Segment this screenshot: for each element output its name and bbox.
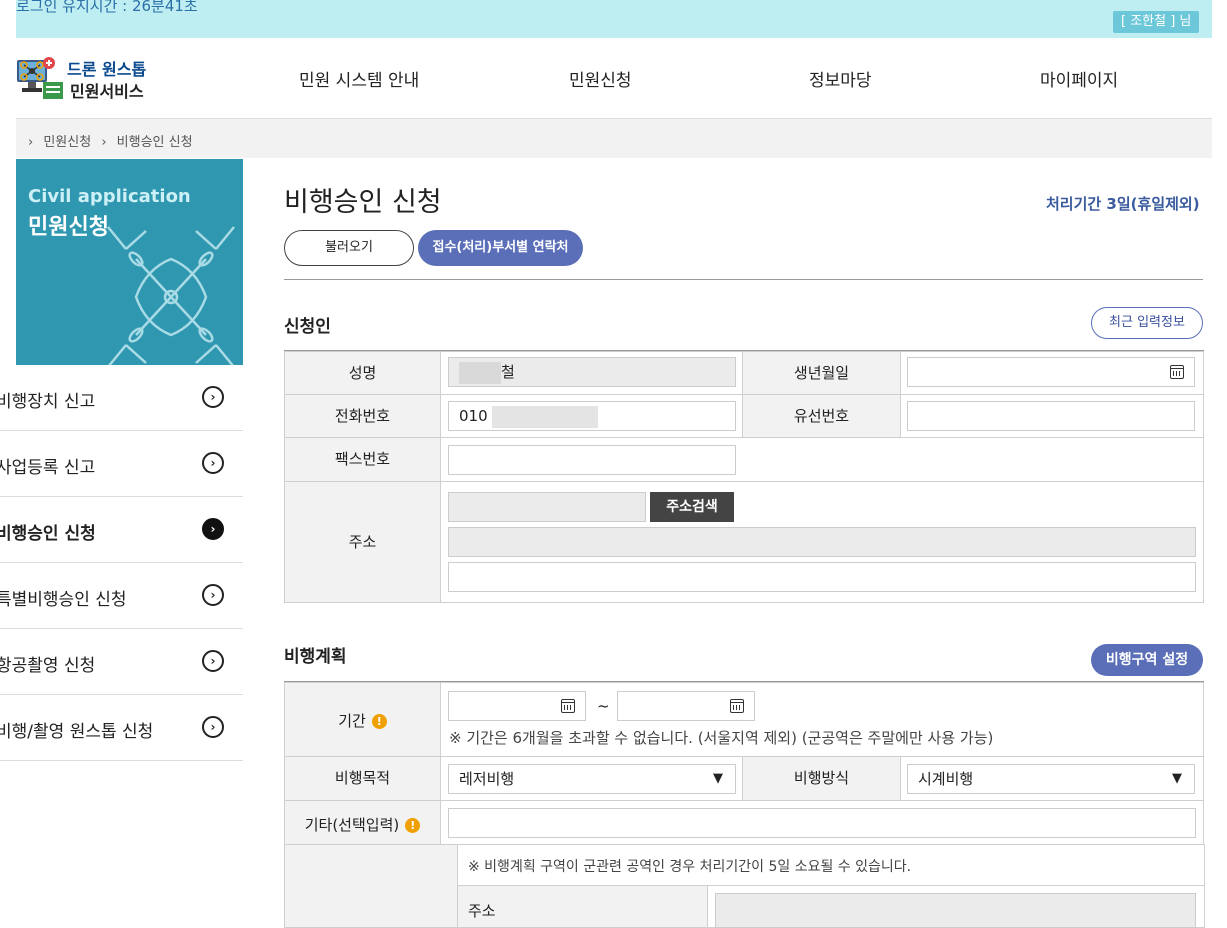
purpose-label: 비행목적 [284, 756, 441, 801]
period-label: 기간 [338, 712, 366, 730]
chevron-right-icon: › [202, 650, 224, 672]
calendar-icon[interactable] [561, 699, 575, 713]
gnb-application[interactable]: 민원신청 [569, 66, 632, 91]
sidebar-item-flight-approval[interactable]: 비행승인 신청 › [0, 497, 243, 563]
sidebar-item-label: 특별비행승인 신청 [0, 590, 127, 610]
etc-label: 기타(선택입력) [304, 816, 400, 834]
chevron-right-icon: › [202, 386, 224, 408]
sidebar-item-special-flight[interactable]: 특별비행승인 신청 › [0, 563, 243, 629]
logo-title-line2: 민원서비스 [70, 82, 144, 101]
area-note: ※ 비행계획 구역이 군관련 공역인 경우 처리기간이 5일 소요될 수 있습니… [468, 859, 912, 875]
dropdown-arrow-icon: ▼ [713, 771, 723, 786]
calendar-icon[interactable] [1170, 365, 1184, 379]
session-timer: 로그인 유지시간 : 26분41초 [16, 0, 198, 15]
name-field[interactable]: 철 [448, 357, 736, 387]
chevron-right-icon: › [202, 584, 224, 606]
applicant-section-title: 신청인 [284, 317, 331, 337]
gnb-mypage[interactable]: 마이페이지 [1040, 66, 1118, 91]
etc-field[interactable] [448, 808, 1196, 838]
logo-title-line1: 드론 원스톱 [67, 60, 147, 79]
birth-label: 생년월일 [742, 351, 901, 395]
landline-label: 유선번호 [742, 394, 901, 438]
user-name-badge[interactable]: [ 조한철 ] 님 [1113, 11, 1200, 33]
flight-area-button[interactable]: 비행구역 설정 [1091, 644, 1203, 676]
landline-field[interactable] [907, 401, 1195, 431]
processing-period: 처리기간 3일(휴일제외) [1046, 195, 1200, 213]
sidebar-item-label: 항공촬영 신청 [0, 656, 96, 676]
etc-label-cell: 기타(선택입력)! [284, 800, 441, 845]
warning-icon: ! [371, 714, 387, 729]
chevron-right-icon: › [202, 716, 224, 738]
sidebar-item-device-report[interactable]: 비행장치 신고 › [0, 365, 243, 431]
sidebar-item-business-report[interactable]: 사업등록 신고 › [0, 431, 243, 497]
method-select[interactable]: 시계비행 ▼ [907, 764, 1195, 794]
top-status-bar: 로그인 유지시간 : 26분41초 [ 조한철 ] 님 [16, 0, 1212, 38]
sidebar-hero-banner: Civil application 민원신청 [16, 159, 243, 365]
drone-monitor-logo-icon [17, 57, 63, 99]
start-date-field[interactable] [448, 691, 586, 721]
drone-illustration-icon [107, 226, 235, 365]
masked-text [459, 361, 501, 384]
period-label-cell: 기간! [284, 682, 441, 757]
address-label: 주소 [284, 481, 441, 603]
chevron-right-icon: › [202, 452, 224, 474]
site-logo[interactable]: 드론 원스톱 민원서비스 [16, 52, 156, 104]
area-label-cell [284, 844, 458, 928]
divider [284, 279, 1203, 280]
phone-field[interactable]: 010 [448, 401, 736, 431]
gnb-system-guide[interactable]: 민원 시스템 안내 [299, 66, 419, 91]
name-label: 성명 [284, 351, 441, 395]
period-note: ※ 기간은 6개월을 초과할 수 없습니다. (서울지역 제외) (군공역은 주… [449, 729, 994, 747]
birth-date-field[interactable] [907, 357, 1195, 387]
sidebar-item-aerial-photo[interactable]: 항공촬영 신청 › [0, 629, 243, 695]
date-range-separator: ~ [597, 697, 610, 715]
sidebar-hero-title: 민원신청 [28, 215, 109, 240]
breadcrumb: › 민원신청 › 비행승인 신청 [16, 118, 1212, 158]
plan-section-title: 비행계획 [284, 647, 347, 667]
address-search-button[interactable]: 주소검색 [650, 492, 734, 522]
dropdown-arrow-icon: ▼ [1172, 771, 1182, 786]
fax-field[interactable] [448, 445, 736, 475]
sidebar-item-label: 비행/촬영 원스톱 신청 [0, 722, 154, 742]
method-label: 비행방식 [742, 756, 901, 801]
breadcrumb-current: 비행승인 신청 [116, 135, 193, 150]
breadcrumb-application[interactable]: 민원신청 [43, 135, 91, 150]
calendar-icon[interactable] [730, 699, 744, 713]
address-field[interactable] [448, 527, 1196, 557]
chevron-right-icon: › [202, 518, 224, 540]
phone-label: 전화번호 [284, 394, 441, 438]
area-address-label: 주소 [457, 885, 708, 928]
end-date-field[interactable] [617, 691, 755, 721]
warning-icon: ! [405, 818, 421, 833]
sidebar-item-label: 비행장치 신고 [0, 392, 96, 412]
sidebar-item-label: 비행승인 신청 [0, 524, 96, 544]
sidebar-hero-english: Civil application [28, 186, 191, 207]
sidebar-item-onestop[interactable]: 비행/촬영 원스톱 신청 › [0, 695, 243, 761]
sidebar-item-label: 사업등록 신고 [0, 458, 96, 478]
address-detail-field[interactable] [448, 562, 1196, 592]
area-address-field[interactable] [715, 893, 1196, 928]
breadcrumb-separator: › [28, 135, 34, 150]
breadcrumb-separator: › [101, 135, 107, 150]
load-button[interactable]: 불러오기 [284, 230, 414, 266]
fax-label: 팩스번호 [284, 437, 441, 482]
masked-text [491, 405, 598, 428]
postcode-field[interactable] [448, 492, 646, 522]
recent-info-button[interactable]: 최근 입력정보 [1091, 307, 1203, 339]
contact-button[interactable]: 접수(처리)부서별 연락처 [418, 230, 583, 266]
gnb-info[interactable]: 정보마당 [809, 66, 872, 91]
purpose-select[interactable]: 레저비행 ▼ [448, 764, 736, 794]
page-title: 비행승인 신청 [284, 187, 442, 218]
